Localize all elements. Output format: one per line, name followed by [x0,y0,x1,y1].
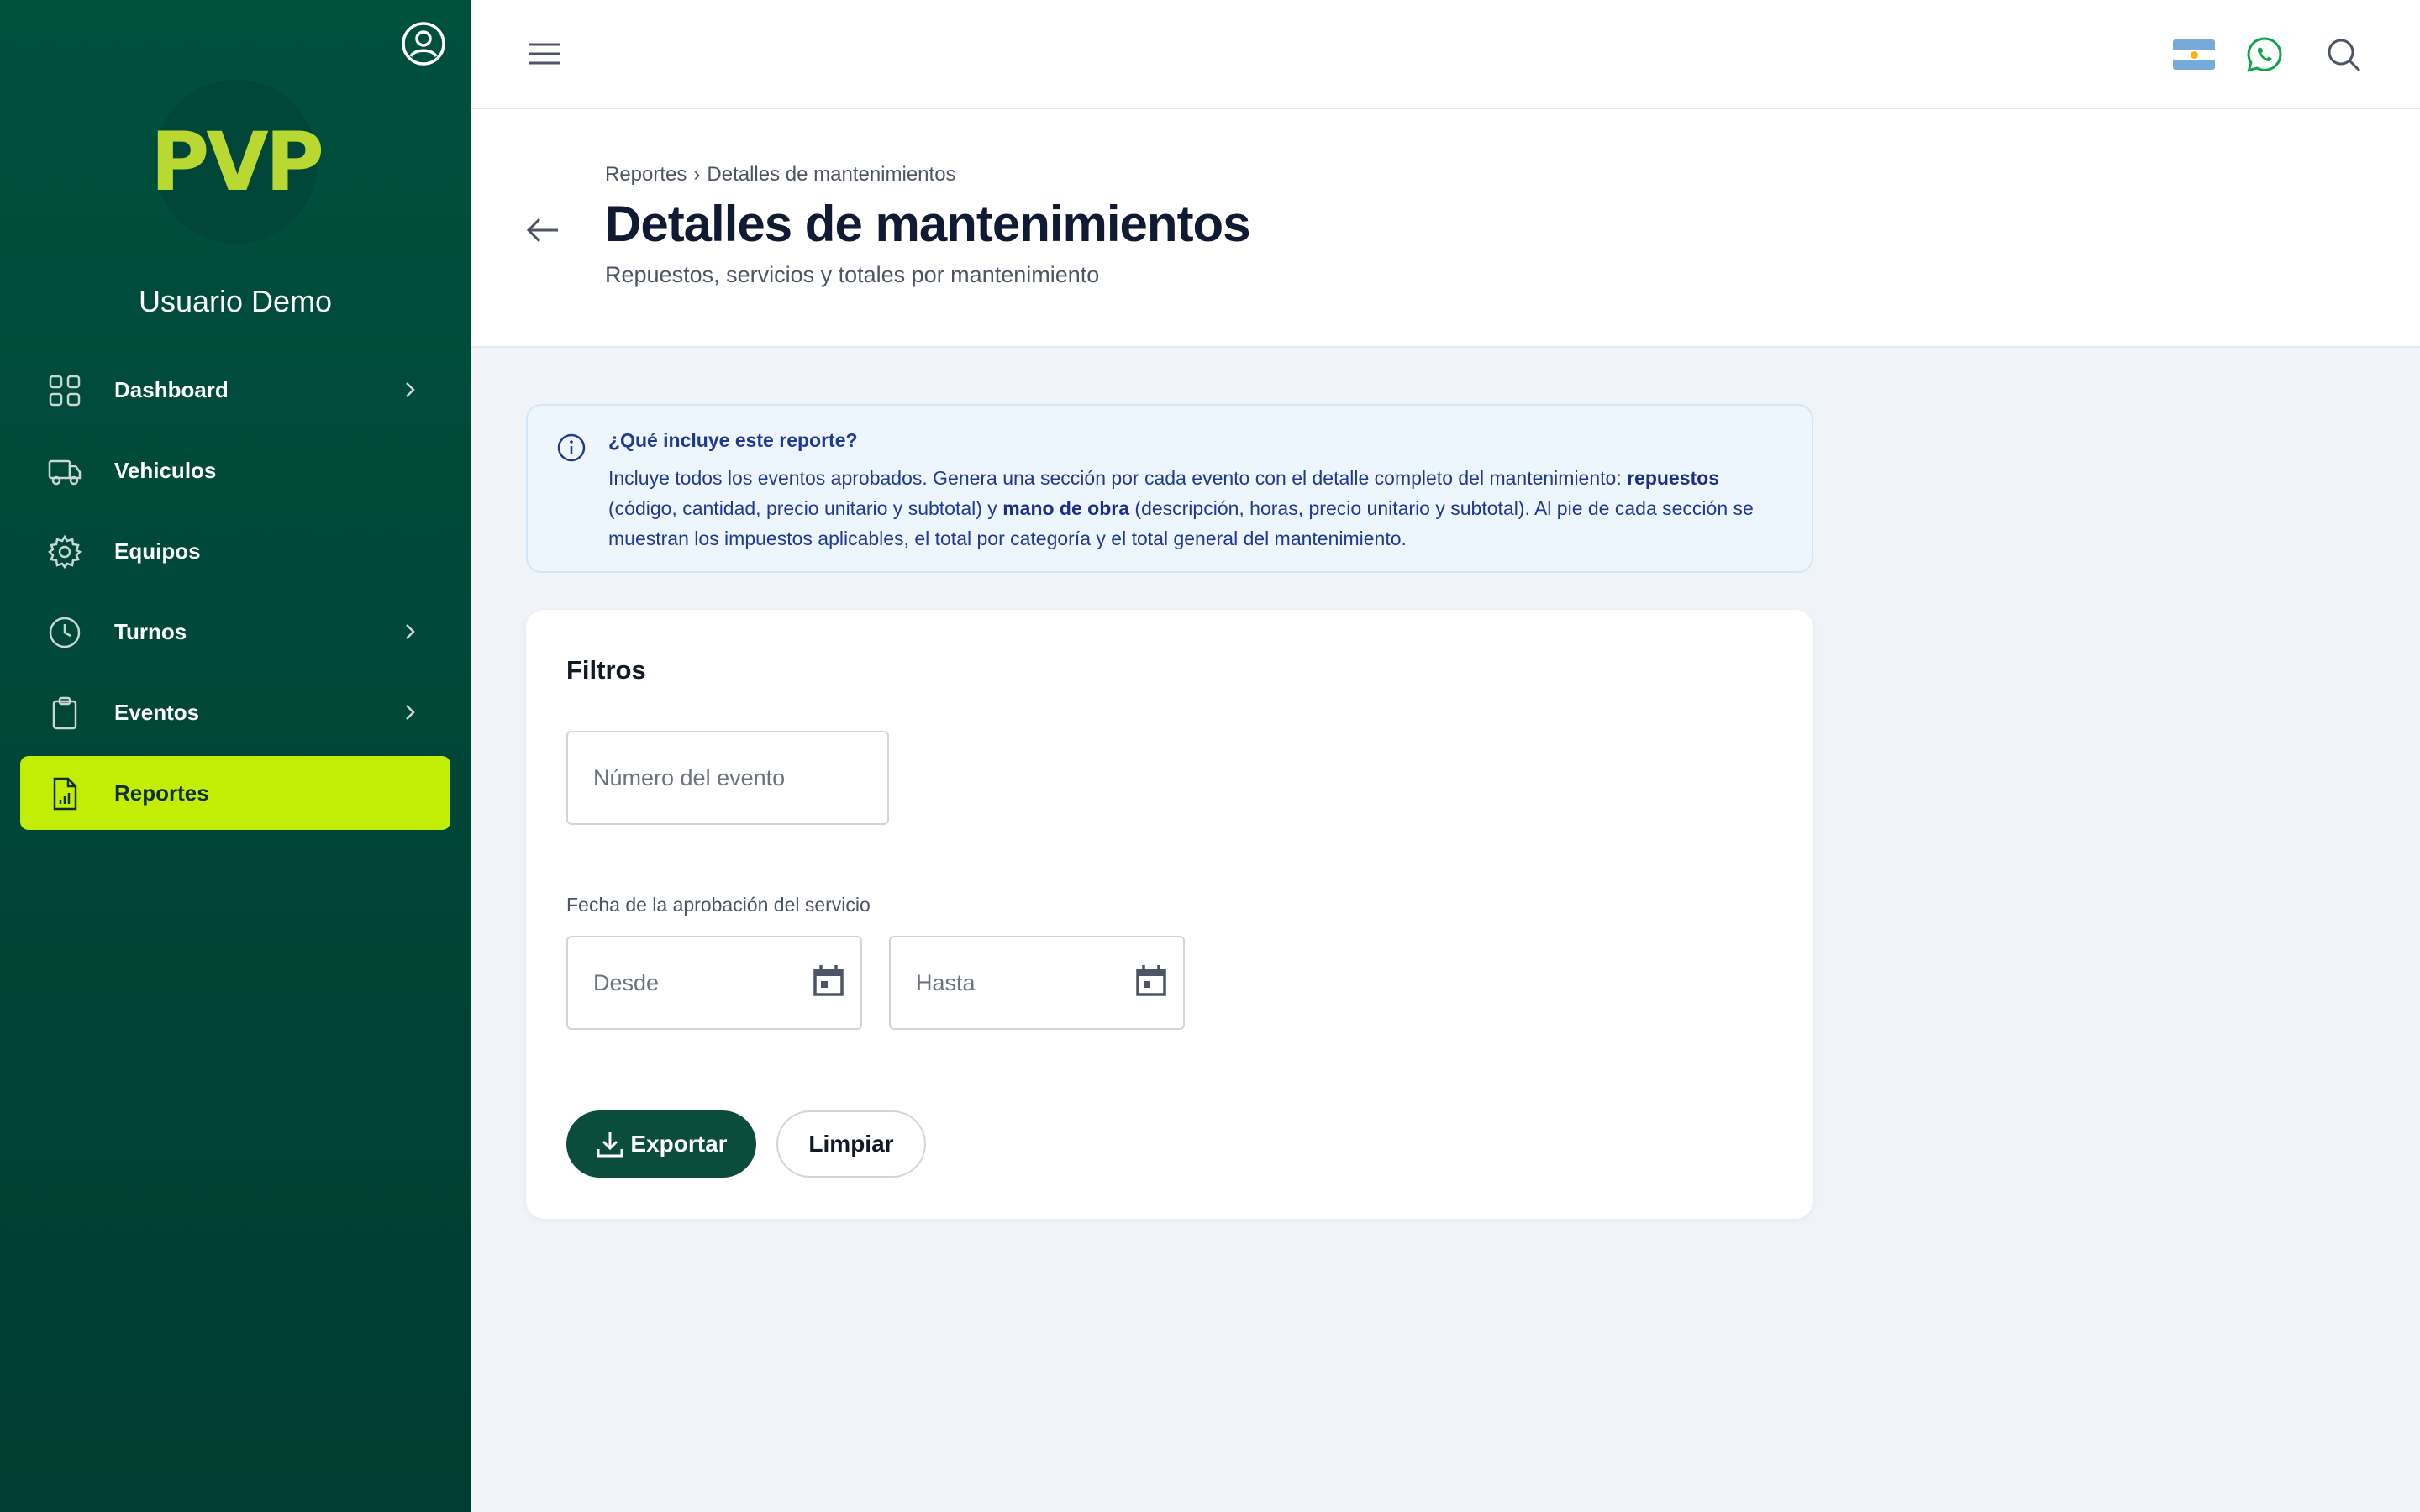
sidebar-item-label: Vehiculos [114,457,217,483]
sidebar-item-turnos[interactable]: Turnos [20,595,450,669]
truck-icon [48,459,82,486]
download-icon [597,1132,623,1158]
brand-logo-text: PVP [150,114,324,209]
user-name: Usuario Demo [138,284,333,318]
breadcrumb-item-reportes[interactable]: Reportes [605,163,687,186]
clear-button[interactable]: Limpiar [776,1110,926,1178]
gear-icon [48,534,82,570]
chevron-right-icon [406,705,415,720]
page-title: Detalles de mantenimientos [605,196,1251,252]
flag-sun [2191,51,2198,59]
menu-icon[interactable] [528,39,561,69]
breadcrumb-separator: › [693,163,701,186]
clock-icon [49,617,81,648]
breadcrumb: Reportes › Detalles de mantenimientos [605,163,956,186]
sidebar-item-eventos[interactable]: Eventos [20,675,450,749]
sidebar-item-label: Turnos [114,618,187,644]
sidebar-nav: Dashboard Vehiculos Equipos Turnos Event… [20,353,450,837]
page-subtitle: Repuestos, servicios y totales por mante… [605,262,1100,287]
info-highlight-repuestos: repuestos [1627,467,1720,489]
info-title: ¿Qué incluye este reporte? [608,429,858,451]
calendar-icon[interactable] [812,963,845,998]
whatsapp-icon[interactable] [2245,35,2284,74]
sidebar-item-label: Eventos [114,699,200,725]
sidebar-item-label: Equipos [114,538,201,564]
sidebar-item-label: Reportes [114,780,209,806]
breadcrumb-item-current: Detalles de mantenimientos [707,163,956,186]
report-icon [53,777,77,811]
argentina-flag-icon[interactable] [2173,39,2215,70]
search-icon[interactable] [2324,35,2363,74]
back-arrow-icon[interactable] [524,212,561,249]
grid-icon [49,375,81,407]
info-icon [557,433,586,462]
chevron-right-icon [406,624,415,639]
info-text-part: Incluye todos los eventos aprobados. Gen… [608,467,1628,489]
info-text: Incluye todos los eventos aprobados. Gen… [608,463,1793,554]
sidebar-item-label: Dashboard [114,376,229,402]
export-button[interactable]: Exportar [566,1110,756,1178]
report-info-box: ¿Qué incluye este reporte? Incluye todos… [526,404,1813,573]
filters-title: Filtros [566,655,646,685]
event-number-input[interactable] [566,731,889,825]
chevron-right-icon [406,382,415,397]
sidebar-item-dashboard[interactable]: Dashboard [20,353,450,427]
sidebar-item-equipos[interactable]: Equipos [20,514,450,588]
sidebar: PVP Usuario Demo Dashboard Vehiculos Equ… [0,0,471,1512]
filters-card: Filtros Fecha de la aprobación del servi… [526,610,1813,1219]
approval-date-label: Fecha de la aprobación del servicio [566,894,871,916]
sidebar-item-vehiculos[interactable]: Vehiculos [20,433,450,507]
brand-logo: PVP [150,80,324,244]
export-button-label: Exportar [630,1131,728,1157]
calendar-icon[interactable] [1134,963,1168,998]
sidebar-item-reportes[interactable]: Reportes [20,756,450,830]
info-highlight-mano-de-obra: mano de obra [1002,497,1130,519]
clipboard-icon [52,696,77,730]
info-text-part: (código, cantidad, precio unitario y sub… [608,497,1003,519]
user-profile-icon[interactable] [400,20,447,67]
top-bar [471,0,2420,109]
page-header: Reportes › Detalles de mantenimientos Deta… [471,109,2420,348]
